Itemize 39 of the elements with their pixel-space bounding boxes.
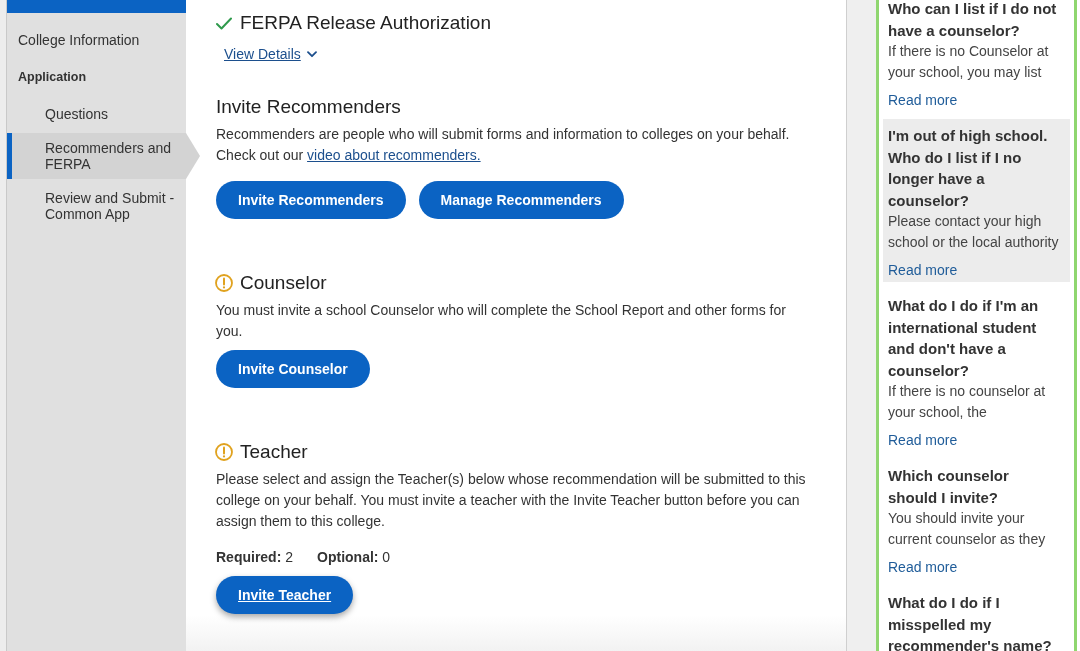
section-title: FERPA Release Authorization [240, 11, 491, 35]
action-button[interactable]: Invite Recommenders [216, 181, 406, 219]
sidebar-item[interactable]: Questions [7, 99, 186, 129]
description-text: Recommenders are people who will submit forms and information to colleges on your behalf. Check out our video about recommenders. [216, 125, 791, 165]
requirement-count: Required: 2 [216, 548, 294, 567]
description-text: Please select and assign the Teacher(s) below whose recommendation will be submitted to this college on your behalf. You must invite a teacher with the Invite Teacher button before you can assign them to this college. [216, 470, 807, 531]
faq-item[interactable]: Who can I list if I do not have a counselor? If there is no Counselor at your school, you may list Read more [883, 0, 1070, 112]
read-more-link[interactable]: Read more [888, 557, 1060, 577]
action-button[interactable]: Invite Counselor [216, 350, 370, 388]
faq-item[interactable]: What do I do if I'm an international student and don't have a counselor? If there is no counselor at your school, the Read more [883, 289, 1070, 452]
faq-question: What do I do if I'm an international student and don't have a counselor? [888, 296, 1040, 381]
section-title: Invite Recommenders [216, 95, 401, 119]
sidebar-item[interactable]: Recommenders and FERPA [7, 133, 200, 179]
section-title: Teacher [240, 440, 308, 464]
faq-item[interactable]: Which counselor should I invite? You should invite your current counselor as they Read more [883, 459, 1070, 579]
faq-answer: You should invite your current counselor as they [888, 509, 1047, 549]
faq-item[interactable]: I'm out of high school. Who do I list if I no longer have a counselor? Please contact your high school or the local authority Read more [883, 119, 1070, 282]
faq-item[interactable]: What do I do if I misspelled my recommender's name? [883, 586, 1070, 651]
read-more-link[interactable]: Read more [888, 430, 1060, 450]
read-more-link[interactable]: Read more [888, 260, 1060, 280]
faq-answer: Please contact your high school or the local authority [888, 212, 1060, 252]
description-text: You must invite a school Counselor who will complete the School Report and other forms for you. [216, 301, 787, 341]
action-button[interactable]: Invite Teacher [216, 576, 354, 614]
action-button[interactable]: Manage Recommenders [418, 181, 624, 219]
faq-answer: If there is no Counselor at your school, you may list [888, 42, 1050, 82]
faq-question: Who can I list if I do not have a counselor? [888, 0, 1058, 41]
read-more-link[interactable]: Read more [888, 90, 1060, 110]
chevron-down-icon [306, 50, 317, 58]
sidebar-item[interactable]: College Information [7, 31, 186, 49]
requirement-count: Optional: 0 [317, 548, 391, 567]
faq-question: What do I do if I misspelled my recommender's name? [888, 593, 1053, 651]
sidebar-section-title: Application [17, 69, 88, 85]
faq-question: Which counselor should I invite? [888, 466, 1010, 508]
sidebar-item[interactable]: Review and Submit - Common App [7, 183, 186, 229]
faq-question: I'm out of high school. Who do I list if I no longer have a counselor? [888, 126, 1049, 211]
section-title: Counselor [240, 271, 327, 295]
faq-answer: If there is no counselor at your school, the [888, 382, 1047, 422]
video-link[interactable]: video about recommenders. [307, 147, 481, 163]
view-details-link[interactable]: View Details [224, 44, 317, 64]
